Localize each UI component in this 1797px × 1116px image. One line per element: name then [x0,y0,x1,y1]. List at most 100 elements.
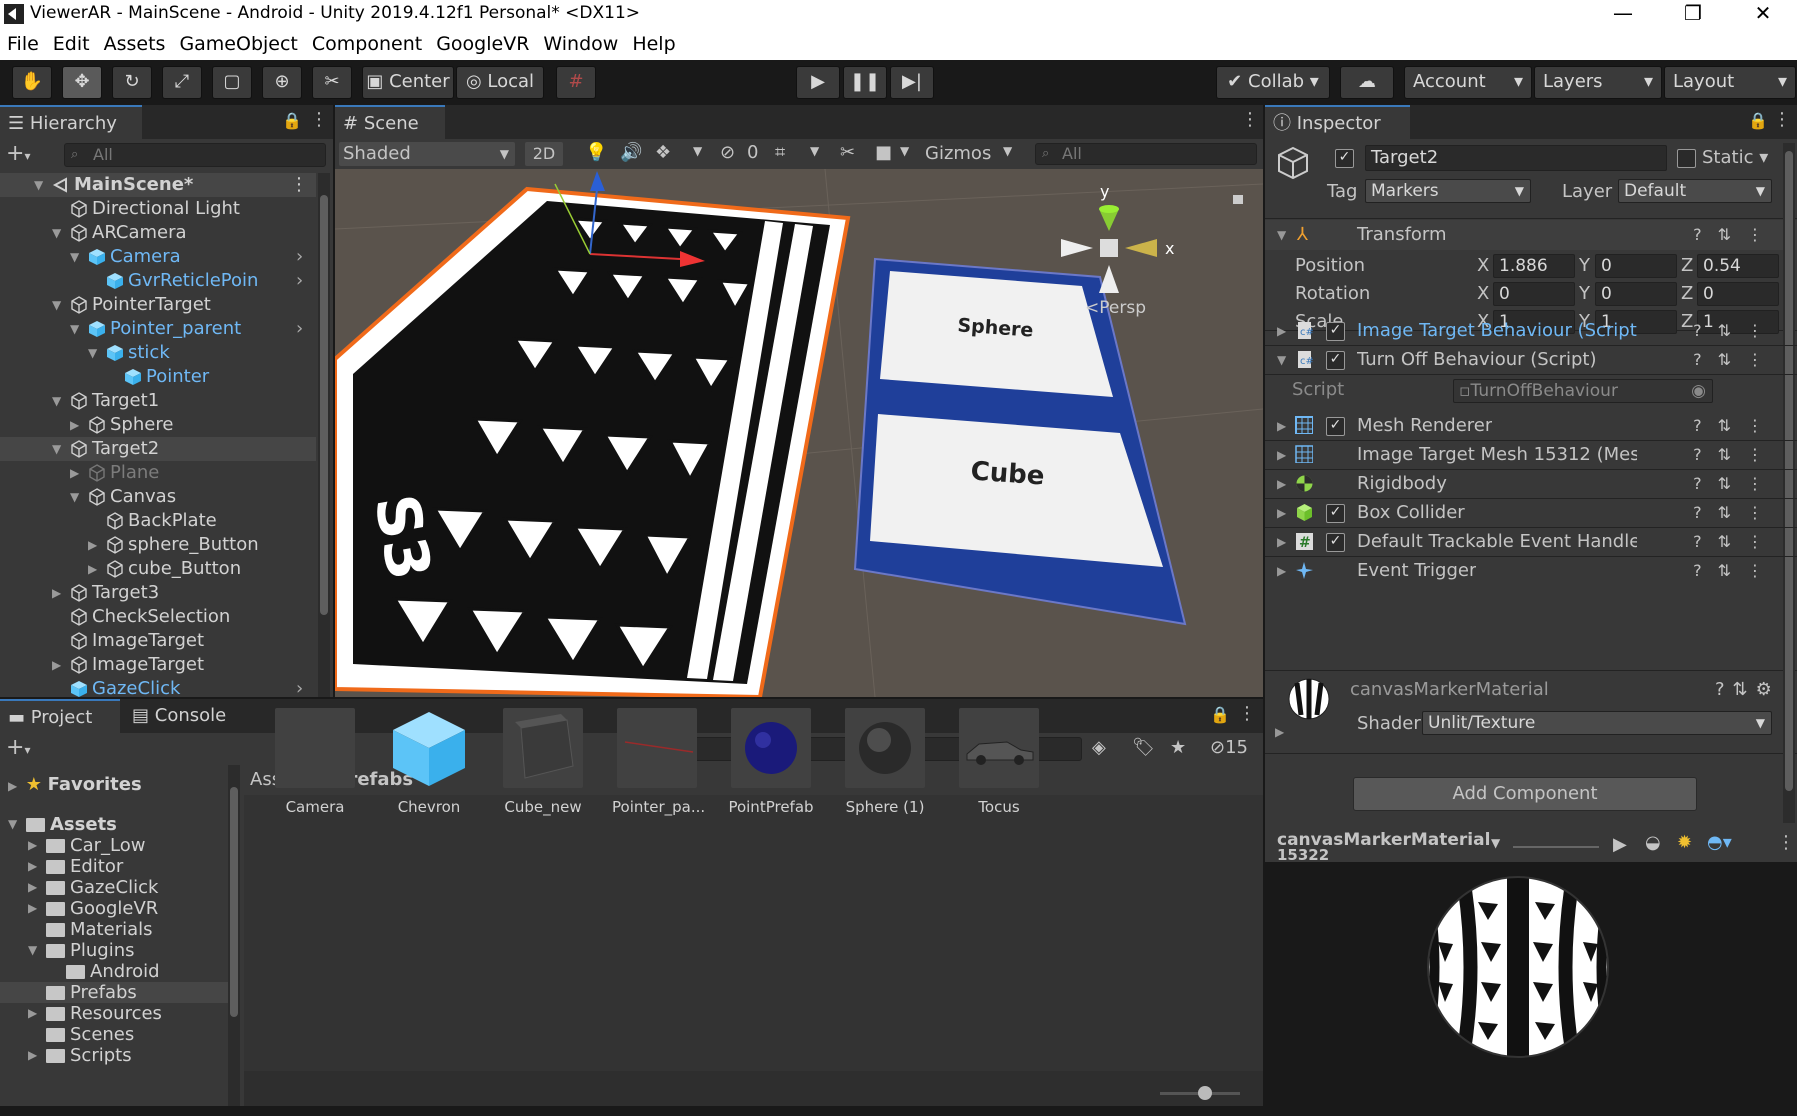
expand-arrow-icon[interactable]: ▶ [1277,498,1286,528]
pivot-local-button[interactable]: ◎ Local [456,66,544,99]
folder-tree-item[interactable]: ▼ Plugins [0,940,228,961]
component-header-icons[interactable]: ?⇅⋮ [1693,527,1779,557]
grid-snap-button[interactable]: # [556,66,596,99]
scene-viewport[interactable]: S3 Sphere Cube y x <Persp [335,169,1263,697]
scene-search-input[interactable]: ⌕ All [1035,143,1257,165]
expand-arrow-icon[interactable]: ▶ [1277,527,1286,557]
hierarchy-item[interactable]: GvrReticlePoin › [0,269,316,293]
folder-tree-item[interactable]: Android [0,961,228,982]
sphere-shape-icon[interactable]: ◒ [1645,832,1661,853]
kebab-menu-icon[interactable]: ⋮ [1241,109,1259,130]
hierarchy-item[interactable]: ▼ Target2 [0,437,316,461]
component-enabled-checkbox[interactable]: ✓ [1326,322,1345,341]
kebab-menu-icon[interactable]: ⋮ [310,109,328,130]
tab-hierarchy[interactable]: ☰ Hierarchy [0,105,142,139]
maximize-button[interactable]: ❐ [1658,0,1728,28]
expand-arrow-icon[interactable]: ▼ [8,814,20,835]
tab-project[interactable]: ▬ Project [0,699,120,733]
hierarchy-item[interactable]: ▼ Target1 [0,389,316,413]
hierarchy-item[interactable]: ▶ Target3 [0,581,316,605]
hierarchy-item[interactable]: ▶ Plane [0,461,316,485]
material-preview-sphere[interactable] [1423,872,1613,1062]
component-enabled-checkbox[interactable]: ✓ [1326,533,1345,552]
expand-arrow-icon[interactable]: ▼ [34,173,46,197]
static-checkbox[interactable] [1677,149,1696,168]
hierarchy-item[interactable]: GazeClick › [0,677,316,697]
gizmos-dropdown-icon[interactable]: ▼ [1003,144,1012,158]
persp-label[interactable]: <Persp [1085,298,1146,318]
shading-dropdown[interactable]: Shaded ▼ [339,142,515,166]
component-header[interactable]: ▶ Event Trigger ?⇅⋮ [1265,556,1797,586]
component-header-icons[interactable]: ?⇅⋮ [1693,440,1779,470]
gizmos-dropdown[interactable]: Gizmos [925,142,1005,166]
favorite-star-icon[interactable]: ★ [1170,737,1186,758]
rotation-x-field[interactable]: 0 [1493,282,1575,306]
expand-arrow-icon[interactable]: ▶ [1277,316,1286,346]
expand-arrow-icon[interactable]: ▶ [28,1045,40,1066]
toggle-2d-button[interactable]: 2D [525,142,563,166]
image-target-marker[interactable]: S3 [335,186,851,697]
static-dropdown[interactable]: Static ▾ [1702,147,1768,168]
expand-arrow-icon[interactable]: ▶ [70,461,82,485]
object-picker-icon[interactable]: ◉ [1691,380,1706,402]
open-prefab-chevron-icon[interactable]: › [296,245,303,269]
menu-item-file[interactable]: File [0,28,46,55]
minimize-button[interactable]: — [1588,0,1658,28]
asset-sphere-1[interactable]: Sphere (1) [840,708,930,816]
hierarchy-item[interactable]: BackPlate [0,509,316,533]
search-by-label-icon[interactable]: 🏷 [1132,737,1155,758]
asset-pointer-parent[interactable]: Pointer_pa... [612,708,705,816]
grid-dropdown-icon[interactable]: ▼ [810,144,819,158]
position-x-field[interactable]: 1.886 [1493,254,1575,278]
preview-dropdown-icon[interactable]: ▼ [1491,836,1500,850]
tab-scene[interactable]: # Scene [335,105,445,139]
folder-tree-item[interactable]: ▶ GazeClick [0,877,228,898]
kebab-menu-icon[interactable]: ⋮ [290,173,308,197]
play-icon[interactable]: ▶ [1613,834,1627,855]
shader-dropdown[interactable]: Unlit/Texture ▼ [1422,711,1772,735]
layout-dropdown[interactable]: Layout ▾ [1664,66,1796,99]
component-header-icons[interactable]: ?⇅⋮ [1693,411,1779,441]
kebab-menu-icon[interactable]: ⋮ [1777,832,1795,853]
expand-arrow-icon[interactable]: ▼ [52,293,64,317]
folder-tree-item[interactable]: ▶ Car_Low [0,835,228,856]
component-header-icons[interactable]: ?⇅⋮ [1693,345,1779,375]
component-enabled-checkbox[interactable]: ✓ [1326,504,1345,523]
search-by-type-icon[interactable]: ◈ [1092,737,1106,758]
hierarchy-scrollbar[interactable] [318,173,330,697]
menu-item-edit[interactable]: Edit [46,28,97,55]
position-y-field[interactable]: 0 [1595,254,1677,278]
lighting-icon[interactable]: 💡 [585,142,607,163]
scrollbar-thumb[interactable] [230,787,238,1017]
hierarchy-item[interactable]: ▼ ARCamera [0,221,316,245]
tree-scrollbar[interactable] [228,765,240,1116]
hierarchy-item[interactable]: Directional Light [0,197,316,221]
tag-dropdown[interactable]: Markers ▼ [1365,179,1531,203]
hierarchy-item[interactable]: ▶ cube_Button [0,557,316,581]
hidden-packages-icon[interactable]: ⊘15 [1210,737,1248,758]
hierarchy-item[interactable]: ▼ PointerTarget [0,293,316,317]
collapse-arrow-icon[interactable]: ▼ [1277,345,1286,375]
hierarchy-item[interactable]: ▶ sphere_Button [0,533,316,557]
component-header[interactable]: ▼ c# ✓ Turn Off Behaviour (Script) ?⇅⋮ [1265,345,1797,375]
menu-item-googlevr[interactable]: GoogleVR [429,28,536,55]
move-tool-button[interactable]: ✥ [62,66,102,99]
component-header-icons[interactable]: ?⇅⋮ [1693,316,1779,346]
component-header-icons[interactable]: ?⇅⋮ [1693,469,1779,499]
component-header[interactable]: ▶ ✓ Box Collider ?⇅⋮ [1265,498,1797,528]
lock-icon[interactable]: 🔒 [282,111,302,130]
component-enabled-checkbox[interactable]: ✓ [1326,417,1345,436]
expand-arrow-icon[interactable]: ▶ [28,877,40,898]
expand-arrow-icon[interactable]: ▼ [52,221,64,245]
add-component-button[interactable]: Add Component [1353,777,1697,811]
component-header-icons[interactable]: ?⇅⋮ [1693,556,1779,586]
expand-arrow-icon[interactable]: ▼ [70,485,82,509]
collab-dropdown[interactable]: ✔ Collab ▾ [1216,66,1330,99]
hidden-objects-icon[interactable]: ⊘ [720,142,735,163]
scrollbar-thumb[interactable] [320,195,328,615]
expand-arrow-icon[interactable]: ▼ [52,389,64,413]
expand-arrow-icon[interactable]: ▼ [28,940,40,961]
folder-tree-item[interactable]: ▶ GoogleVR [0,898,228,919]
effects-dropdown-icon[interactable]: ▼ [693,144,702,158]
expand-arrow-icon[interactable]: ▶ [1277,440,1286,470]
